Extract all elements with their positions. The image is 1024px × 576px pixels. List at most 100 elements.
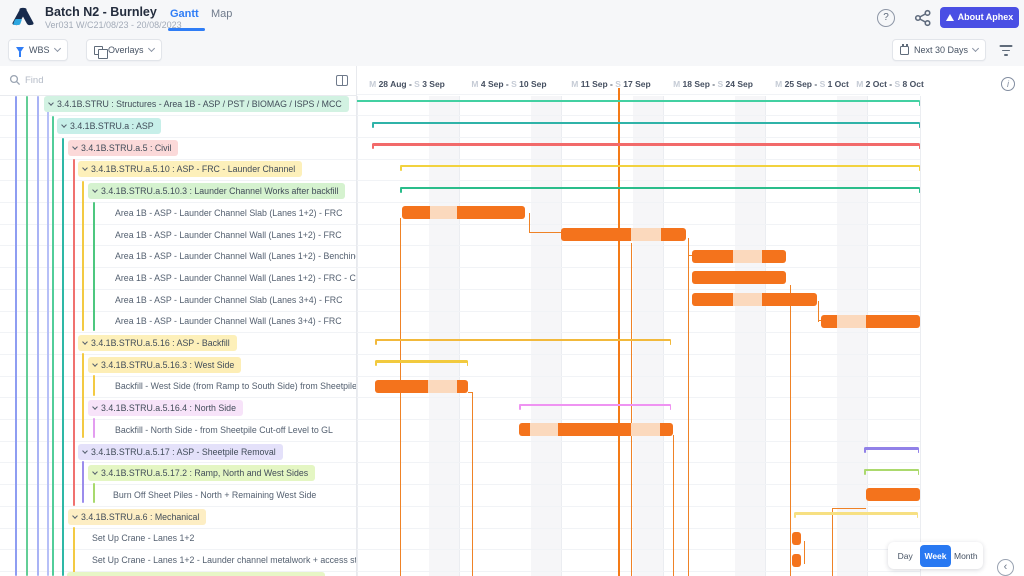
tree-task-row[interactable]: Area 1B - ASP - Launder Channel Wall (La… — [115, 230, 342, 240]
info-icon[interactable]: i — [1001, 77, 1015, 91]
toggle-month[interactable]: Month — [951, 545, 981, 567]
tree-task-row[interactable]: Backfill - West Side (from Ramp to South… — [115, 381, 356, 391]
gantt-task-bar[interactable] — [519, 423, 673, 436]
tree-group-label: 3.4.1B.STRU.a.5 : Civil — [81, 143, 171, 153]
chevron-down-icon[interactable] — [92, 404, 98, 410]
bar-weekend-segment — [631, 423, 660, 436]
tree-task-row[interactable]: Area 1B - ASP - Launder Channel Wall (La… — [115, 316, 342, 326]
chevron-down-icon[interactable] — [82, 448, 88, 454]
chevron-down-icon[interactable] — [82, 166, 88, 172]
gantt-task-bar[interactable] — [792, 532, 801, 545]
overlays-dropdown[interactable]: Overlays — [86, 39, 162, 61]
gantt-task-bar[interactable] — [375, 380, 468, 393]
chevron-down-icon[interactable] — [82, 339, 88, 345]
tree-task-row[interactable]: Burn Off Sheet Piles - North + Remaining… — [113, 490, 316, 500]
tab-map[interactable]: Map — [211, 8, 232, 20]
tree-guide-line — [15, 96, 17, 576]
chevron-down-icon[interactable] — [72, 144, 78, 150]
tree-guide-line — [73, 527, 75, 576]
tree-group-label: 3.4.1B.STRU.a.5.10.3 : Launder Channel W… — [101, 186, 338, 196]
gantt-task-bar[interactable] — [561, 228, 686, 241]
about-aphex-button[interactable]: About Aphex — [940, 7, 1019, 28]
gantt-task-bar[interactable] — [692, 250, 786, 263]
gantt-task-bar[interactable] — [692, 271, 786, 284]
tree-group-row[interactable]: 3.4.1B.STRU.a.5 : Civil — [68, 140, 178, 156]
row-separator — [356, 332, 920, 333]
gantt-task-bar[interactable] — [792, 554, 801, 567]
tree-task-row[interactable]: Set Up Crane - Lanes 1+2 — [92, 533, 194, 543]
chevron-down-icon[interactable] — [92, 469, 98, 475]
week-gridline — [561, 96, 562, 576]
partial-next-row-pill — [67, 572, 325, 576]
toggle-day[interactable]: Day — [890, 545, 920, 567]
bar-work-segment — [561, 228, 631, 241]
tree-task-row[interactable]: Area 1B - ASP - Launder Channel Slab (La… — [115, 295, 342, 305]
tree-task-row[interactable]: Backfill - North Side - from Sheetpile C… — [115, 425, 333, 435]
row-separator — [356, 311, 920, 312]
weekend-band — [429, 96, 458, 576]
overlays-icon — [94, 46, 103, 55]
gantt-task-bar[interactable] — [692, 293, 817, 306]
week-gridline — [765, 96, 766, 576]
gantt-task-bar[interactable] — [402, 206, 525, 219]
bar-work-segment — [402, 206, 430, 219]
chevron-down-icon[interactable] — [72, 513, 78, 519]
summary-line-tick — [919, 144, 921, 149]
project-title: Batch N2 - Burnley — [45, 5, 157, 19]
tree-task-row[interactable]: Area 1B - ASP - Launder Channel Wall (La… — [115, 273, 356, 283]
date-range-dropdown[interactable]: Next 30 Days — [892, 39, 986, 61]
tree-group-row[interactable]: 3.4.1B.STRU : Structures - Area 1B - ASP… — [44, 96, 349, 112]
find-bar[interactable]: Find — [0, 66, 356, 96]
wbs-summary-line — [864, 447, 919, 450]
bar-weekend-segment — [430, 206, 457, 219]
app-header: Batch N2 - Burnley Ver031 W/C21/08/23 - … — [0, 0, 1024, 34]
tree-group-label: 3.4.1B.STRU : Structures - Area 1B - ASP… — [57, 99, 342, 109]
gantt-task-bar[interactable] — [866, 488, 920, 501]
tree-group-row[interactable]: 3.4.1B.STRU.a : ASP — [57, 118, 161, 134]
wbs-summary-line — [375, 339, 671, 342]
toggle-week[interactable]: Week — [920, 545, 950, 567]
bar-work-segment — [866, 315, 920, 328]
tree-group-row[interactable]: 3.4.1B.STRU.a.5.16 : ASP - Backfill — [78, 335, 237, 351]
tree-group-row[interactable]: 3.4.1B.STRU.a.5.16.4 : North Side — [88, 400, 243, 416]
week-gridline — [920, 96, 921, 576]
tree-group-row[interactable]: 3.4.1B.STRU.a.5.17.2 : Ramp, North and W… — [88, 465, 315, 481]
tree-group-row[interactable]: 3.4.1B.STRU.a.6 : Mechanical — [68, 509, 206, 525]
tab-gantt[interactable]: Gantt — [170, 8, 199, 20]
aphex-planner-app: Batch N2 - Burnley Ver031 W/C21/08/23 - … — [0, 0, 1024, 576]
wbs-dropdown[interactable]: WBS — [8, 39, 68, 61]
chevron-down-icon[interactable] — [92, 187, 98, 193]
tree-group-row[interactable]: 3.4.1B.STRU.a.5.10.3 : Launder Channel W… — [88, 183, 345, 199]
summary-line-tick — [375, 340, 377, 345]
row-separator — [356, 528, 920, 529]
weekend-band — [633, 96, 662, 576]
weekend-band — [735, 96, 764, 576]
chevron-down-icon[interactable] — [48, 101, 54, 107]
chevron-down-icon[interactable] — [92, 361, 98, 367]
dependency-connector — [790, 285, 791, 576]
summary-line-tick — [467, 361, 469, 366]
tree-task-row[interactable]: Area 1B - ASP - Launder Channel Slab (La… — [115, 208, 342, 218]
wbs-summary-line — [356, 100, 920, 103]
tree-task-row[interactable]: Area 1B - ASP - Launder Channel Wall (La… — [115, 251, 356, 261]
columns-icon[interactable] — [336, 75, 348, 86]
tree-group-row[interactable]: 3.4.1B.STRU.a.5.16.3 : West Side — [88, 357, 241, 373]
bar-work-segment — [660, 423, 673, 436]
tree-group-row[interactable]: 3.4.1B.STRU.a.5.17 : ASP - Sheetpile Rem… — [78, 444, 283, 460]
share-icon[interactable] — [914, 9, 932, 27]
summary-line-tick — [917, 513, 919, 518]
tree-guide-line — [37, 96, 39, 576]
tree-group-row[interactable]: 3.4.1B.STRU.a.5.10 : ASP - FRC - Launder… — [78, 161, 302, 177]
bar-work-segment — [519, 423, 530, 436]
collapse-panel-icon[interactable]: ‹ — [997, 559, 1014, 576]
gantt-chart-area — [356, 66, 990, 576]
tree-task-row[interactable]: Set Up Crane - Lanes 1+2 - Launder chann… — [92, 555, 356, 565]
summary-line-tick — [400, 166, 402, 171]
gantt-task-bar[interactable] — [821, 315, 920, 328]
wbs-summary-line — [372, 143, 920, 146]
help-icon[interactable]: ? — [877, 9, 895, 27]
bar-work-segment — [692, 293, 733, 306]
chevron-down-icon[interactable] — [61, 122, 67, 128]
dependency-connector — [472, 392, 473, 576]
filter-icon[interactable] — [999, 45, 1013, 57]
